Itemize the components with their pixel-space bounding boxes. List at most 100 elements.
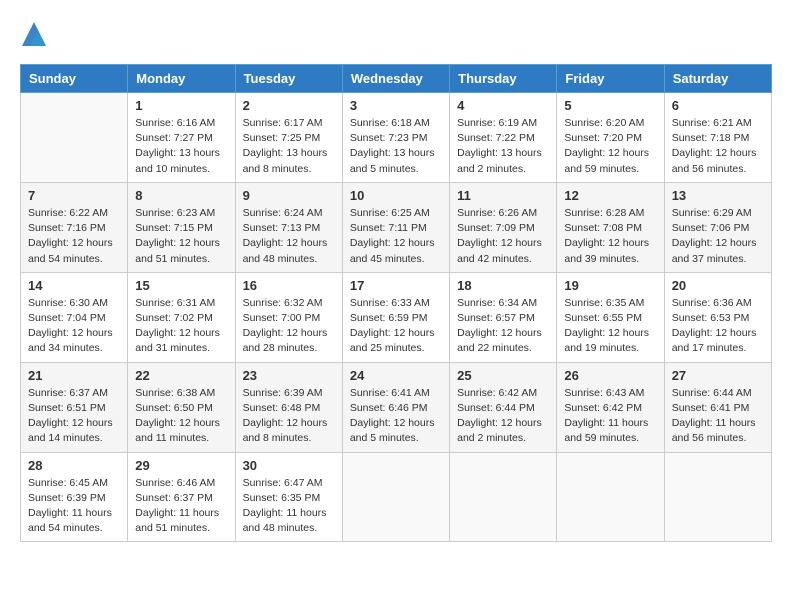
column-header-monday: Monday	[128, 65, 235, 93]
calendar-cell: 23 Sunrise: 6:39 AM Sunset: 6:48 PM Dayli…	[235, 362, 342, 452]
day-info: Sunrise: 6:18 AM Sunset: 7:23 PM Dayligh…	[350, 116, 442, 177]
day-number: 21	[28, 368, 120, 383]
calendar-cell: 17Sunrise: 6:33 AM Sunset: 6:59 PM Dayli…	[342, 272, 449, 362]
calendar-cell	[664, 452, 771, 542]
calendar-cell: 10 Sunrise: 6:25 AM Sunset: 7:11 PM Dayli…	[342, 182, 449, 272]
day-number: 15	[135, 278, 227, 293]
column-header-saturday: Saturday	[664, 65, 771, 93]
day-info: Sunrise: 6:24 AM Sunset: 7:13 PM Dayligh…	[243, 206, 335, 267]
day-info: Sunrise: 6:36 AM Sunset: 6:53 PM Dayligh…	[672, 296, 764, 357]
day-number: 8	[135, 188, 227, 203]
day-info: Sunrise: 6:35 AM Sunset: 6:55 PM Dayligh…	[564, 296, 656, 357]
column-header-sunday: Sunday	[21, 65, 128, 93]
day-number: 29	[135, 458, 227, 473]
day-info: Sunrise: 6:25 AM Sunset: 7:11 PM Dayligh…	[350, 206, 442, 267]
day-info: Sunrise: 6:22 AM Sunset: 7:16 PM Dayligh…	[28, 206, 120, 267]
calendar-cell: 25Sunrise: 6:42 AM Sunset: 6:44 PM Dayli…	[450, 362, 557, 452]
day-number: 9	[243, 188, 335, 203]
calendar-cell: 3 Sunrise: 6:18 AM Sunset: 7:23 PM Daylig…	[342, 93, 449, 183]
day-number: 11	[457, 188, 549, 203]
day-number: 5	[564, 98, 656, 113]
calendar-cell: 12 Sunrise: 6:28 AM Sunset: 7:08 PM Dayli…	[557, 182, 664, 272]
calendar-cell: 27 Sunrise: 6:44 AM Sunset: 6:41 PM Dayli…	[664, 362, 771, 452]
day-number: 19	[564, 278, 656, 293]
calendar-cell: 20 Sunrise: 6:36 AM Sunset: 6:53 PM Dayli…	[664, 272, 771, 362]
calendar-cell: 11 Sunrise: 6:26 AM Sunset: 7:09 PM Dayli…	[450, 182, 557, 272]
calendar-cell: 30 Sunrise: 6:47 AM Sunset: 6:35 PM Dayli…	[235, 452, 342, 542]
day-info: Sunrise: 6:20 AM Sunset: 7:20 PM Dayligh…	[564, 116, 656, 177]
calendar-cell	[557, 452, 664, 542]
logo	[20, 20, 52, 48]
day-info: Sunrise: 6:17 AM Sunset: 7:25 PM Dayligh…	[243, 116, 335, 177]
day-info: Sunrise: 6:39 AM Sunset: 6:48 PM Dayligh…	[243, 386, 335, 447]
column-header-wednesday: Wednesday	[342, 65, 449, 93]
calendar-cell: 9 Sunrise: 6:24 AM Sunset: 7:13 PM Daylig…	[235, 182, 342, 272]
calendar-cell: 24 Sunrise: 6:41 AM Sunset: 6:46 PM Dayli…	[342, 362, 449, 452]
calendar-week-2: 7 Sunrise: 6:22 AM Sunset: 7:16 PM Daylig…	[21, 182, 772, 272]
calendar-cell: 6 Sunrise: 6:21 AM Sunset: 7:18 PM Daylig…	[664, 93, 771, 183]
calendar-week-3: 14 Sunrise: 6:30 AM Sunset: 7:04 PM Dayli…	[21, 272, 772, 362]
day-info: Sunrise: 6:37 AM Sunset: 6:51 PM Dayligh…	[28, 386, 120, 447]
day-number: 6	[672, 98, 764, 113]
day-info: Sunrise: 6:30 AM Sunset: 7:04 PM Dayligh…	[28, 296, 120, 357]
day-info: Sunrise: 6:28 AM Sunset: 7:08 PM Dayligh…	[564, 206, 656, 267]
day-number: 12	[564, 188, 656, 203]
day-info: Sunrise: 6:38 AM Sunset: 6:50 PM Dayligh…	[135, 386, 227, 447]
day-number: 4	[457, 98, 549, 113]
day-info: Sunrise: 6:21 AM Sunset: 7:18 PM Dayligh…	[672, 116, 764, 177]
day-number: 17	[350, 278, 442, 293]
day-number: 7	[28, 188, 120, 203]
calendar-cell: 8 Sunrise: 6:23 AM Sunset: 7:15 PM Daylig…	[128, 182, 235, 272]
calendar-table: SundayMondayTuesdayWednesdayThursdayFrid…	[20, 64, 772, 542]
day-info: Sunrise: 6:26 AM Sunset: 7:09 PM Dayligh…	[457, 206, 549, 267]
day-info: Sunrise: 6:19 AM Sunset: 7:22 PM Dayligh…	[457, 116, 549, 177]
calendar-cell	[450, 452, 557, 542]
page-header	[20, 20, 772, 48]
day-info: Sunrise: 6:41 AM Sunset: 6:46 PM Dayligh…	[350, 386, 442, 447]
calendar-cell: 1 Sunrise: 6:16 AM Sunset: 7:27 PM Daylig…	[128, 93, 235, 183]
day-number: 2	[243, 98, 335, 113]
day-number: 30	[243, 458, 335, 473]
day-info: Sunrise: 6:42 AM Sunset: 6:44 PM Dayligh…	[457, 386, 549, 447]
calendar-cell	[21, 93, 128, 183]
day-info: Sunrise: 6:32 AM Sunset: 7:00 PM Dayligh…	[243, 296, 335, 357]
day-info: Sunrise: 6:46 AM Sunset: 6:37 PM Dayligh…	[135, 476, 227, 537]
calendar-week-1: 1 Sunrise: 6:16 AM Sunset: 7:27 PM Daylig…	[21, 93, 772, 183]
calendar-cell: 2 Sunrise: 6:17 AM Sunset: 7:25 PM Daylig…	[235, 93, 342, 183]
calendar-cell: 18Sunrise: 6:34 AM Sunset: 6:57 PM Dayli…	[450, 272, 557, 362]
day-number: 26	[564, 368, 656, 383]
calendar-cell: 13 Sunrise: 6:29 AM Sunset: 7:06 PM Dayli…	[664, 182, 771, 272]
calendar-cell: 16Sunrise: 6:32 AM Sunset: 7:00 PM Dayli…	[235, 272, 342, 362]
day-info: Sunrise: 6:23 AM Sunset: 7:15 PM Dayligh…	[135, 206, 227, 267]
day-number: 14	[28, 278, 120, 293]
day-number: 22	[135, 368, 227, 383]
calendar-cell: 15Sunrise: 6:31 AM Sunset: 7:02 PM Dayli…	[128, 272, 235, 362]
calendar-cell: 28Sunrise: 6:45 AM Sunset: 6:39 PM Dayli…	[21, 452, 128, 542]
calendar-week-5: 28Sunrise: 6:45 AM Sunset: 6:39 PM Dayli…	[21, 452, 772, 542]
calendar-cell: 21 Sunrise: 6:37 AM Sunset: 6:51 PM Dayli…	[21, 362, 128, 452]
calendar-cell	[342, 452, 449, 542]
day-number: 20	[672, 278, 764, 293]
day-number: 1	[135, 98, 227, 113]
day-number: 24	[350, 368, 442, 383]
day-number: 28	[28, 458, 120, 473]
day-number: 3	[350, 98, 442, 113]
day-info: Sunrise: 6:44 AM Sunset: 6:41 PM Dayligh…	[672, 386, 764, 447]
day-number: 23	[243, 368, 335, 383]
calendar-cell: 22 Sunrise: 6:38 AM Sunset: 6:50 PM Dayli…	[128, 362, 235, 452]
calendar-cell: 7 Sunrise: 6:22 AM Sunset: 7:16 PM Daylig…	[21, 182, 128, 272]
calendar-cell: 19 Sunrise: 6:35 AM Sunset: 6:55 PM Dayli…	[557, 272, 664, 362]
day-number: 13	[672, 188, 764, 203]
calendar-cell: 29 Sunrise: 6:46 AM Sunset: 6:37 PM Dayli…	[128, 452, 235, 542]
calendar-cell: 5 Sunrise: 6:20 AM Sunset: 7:20 PM Daylig…	[557, 93, 664, 183]
calendar-cell: 26Sunrise: 6:43 AM Sunset: 6:42 PM Dayli…	[557, 362, 664, 452]
calendar-week-4: 21 Sunrise: 6:37 AM Sunset: 6:51 PM Dayli…	[21, 362, 772, 452]
day-info: Sunrise: 6:34 AM Sunset: 6:57 PM Dayligh…	[457, 296, 549, 357]
day-info: Sunrise: 6:29 AM Sunset: 7:06 PM Dayligh…	[672, 206, 764, 267]
calendar-header-row: SundayMondayTuesdayWednesdayThursdayFrid…	[21, 65, 772, 93]
day-info: Sunrise: 6:16 AM Sunset: 7:27 PM Dayligh…	[135, 116, 227, 177]
column-header-tuesday: Tuesday	[235, 65, 342, 93]
day-number: 27	[672, 368, 764, 383]
day-number: 10	[350, 188, 442, 203]
day-info: Sunrise: 6:47 AM Sunset: 6:35 PM Dayligh…	[243, 476, 335, 537]
